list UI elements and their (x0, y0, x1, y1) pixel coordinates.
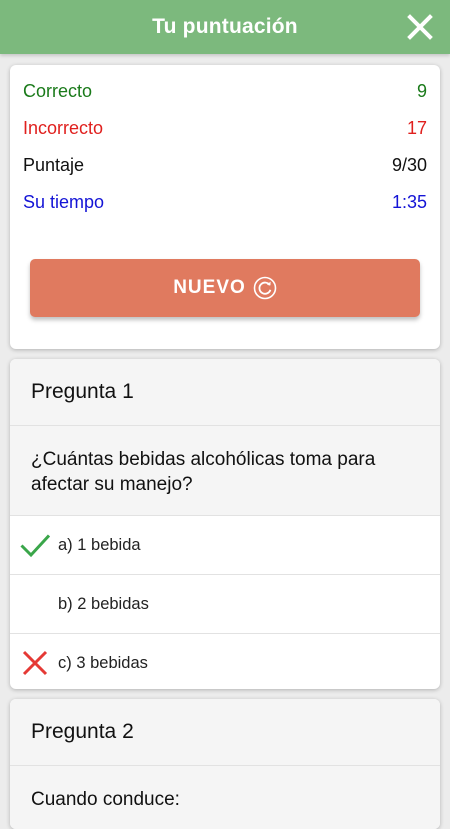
answer-option-c[interactable]: c) 3 bebidas (10, 634, 440, 689)
score-card: Correcto 9 Incorrecto 17 Puntaje 9/30 Su… (10, 65, 440, 349)
x-icon (20, 648, 50, 678)
check-icon (20, 530, 51, 560)
incorrect-label: Incorrecto (23, 117, 104, 138)
answer-option-a[interactable]: a) 1 bebida (10, 516, 440, 575)
answer-option-b[interactable]: b) 2 bebidas (10, 575, 440, 634)
page-title: Tu puntuación (152, 15, 298, 38)
time-value: 1:35 (391, 191, 427, 212)
time-label: Su tiempo (23, 191, 105, 212)
question-card-2: Pregunta 2 Cuando conduce: (10, 699, 440, 829)
score-row: Puntaje 9/30 (23, 153, 427, 177)
answer-label: a) 1 bebida (58, 535, 141, 554)
score-value: 9/30 (391, 154, 427, 175)
question-text: ¿Cuántas bebidas alcohólicas toma para a… (10, 426, 440, 516)
top-bar: Tu puntuación (0, 0, 450, 54)
answer-label: c) 3 bebidas (58, 653, 148, 672)
correct-row: Correcto 9 (23, 79, 427, 103)
correct-value: 9 (416, 80, 427, 101)
question-title: Pregunta 2 (10, 699, 440, 766)
question-title: Pregunta 1 (10, 359, 440, 426)
incorrect-row: Incorrecto 17 (23, 116, 427, 140)
close-icon[interactable] (406, 13, 434, 41)
question-text: Cuando conduce: (10, 766, 440, 829)
new-quiz-button[interactable]: NUEVO (30, 259, 420, 317)
incorrect-value: 17 (406, 117, 427, 138)
answer-label: b) 2 bebidas (58, 594, 149, 613)
new-quiz-label: NUEVO (173, 277, 246, 298)
time-row: Su tiempo 1:35 (23, 190, 427, 214)
score-label: Puntaje (23, 154, 85, 175)
correct-label: Correcto (23, 80, 93, 101)
refresh-icon (253, 276, 277, 300)
question-card-1: Pregunta 1 ¿Cuántas bebidas alcohólicas … (10, 359, 440, 689)
